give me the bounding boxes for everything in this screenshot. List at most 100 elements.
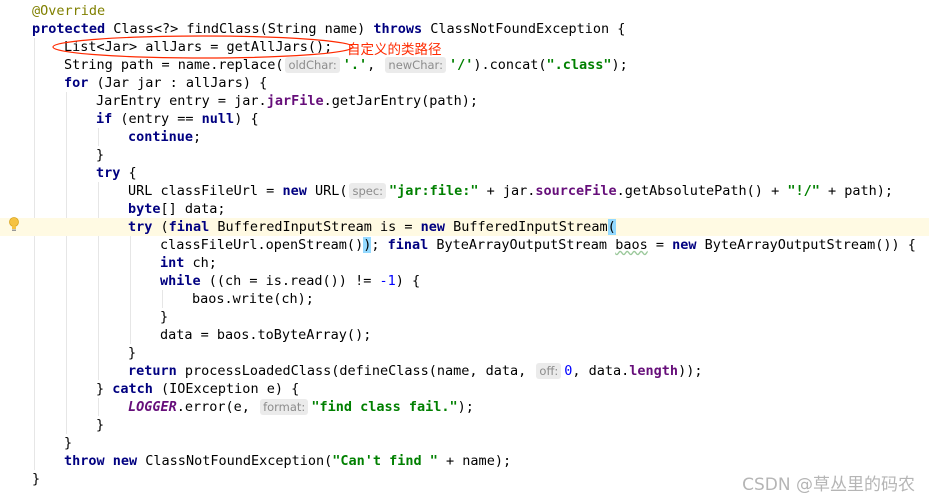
keyword: new [420, 219, 446, 235]
watermark: CSDN @草丛里的码农 [742, 475, 915, 495]
code-line[interactable]: try (final BufferedInputStream is = new … [0, 218, 929, 236]
code-token: .error(e, [176, 399, 259, 415]
keyword: int [160, 255, 185, 271]
code-line[interactable]: return processLoadedClass(defineClass(na… [0, 362, 929, 380]
code-line[interactable]: throw new ClassNotFoundException("Can't … [0, 452, 929, 470]
keyword: continue [128, 129, 194, 145]
keyword: try [128, 219, 153, 235]
code-text: } [96, 416, 104, 434]
code-token: + path); [819, 183, 893, 199]
code-line[interactable]: URL classFileUrl = new URL(spec: "jar:fil… [0, 182, 929, 200]
code-token: List<Jar> allJars = getAllJars(); [64, 39, 333, 55]
code-text: } [160, 308, 168, 326]
code-token: , data. [572, 363, 630, 379]
code-line[interactable]: } [0, 434, 929, 452]
code-text: JarEntry entry = jar.jarFile.getJarEntry… [96, 92, 478, 110]
keyword: null [201, 111, 235, 127]
code-text: List<Jar> allJars = getAllJars(); [64, 38, 332, 56]
keyword: final [387, 237, 429, 253]
code-token: processLoadedClass(defineClass(name, dat… [176, 363, 535, 379]
code-token: String path = name.replace( [64, 57, 284, 73]
code-token: URL classFileUrl = [128, 183, 283, 199]
code-text: baos.write(ch); [192, 290, 314, 308]
code-line[interactable]: JarEntry entry = jar.jarFile.getJarEntry… [0, 92, 929, 110]
code-line[interactable]: for (Jar jar : allJars) { [0, 74, 929, 92]
code-token: BufferedInputStream is = [209, 219, 421, 235]
code-text: } catch (IOException e) { [96, 380, 299, 398]
code-token: ); [457, 399, 474, 415]
lightbulb-icon[interactable] [9, 217, 19, 233]
code-token: } [96, 417, 105, 433]
code-line[interactable]: continue; [0, 128, 929, 146]
code-line[interactable]: data = baos.toByteArray(); [0, 326, 929, 344]
keyword: new [282, 183, 307, 199]
keyword: byte [128, 201, 161, 217]
code-token: ( [152, 219, 169, 235]
code-token: (entry == [112, 111, 202, 127]
code-token: URL( [306, 183, 348, 199]
code-text: try (final BufferedInputStream is = new … [128, 218, 616, 236]
code-token: (IOException e) { [152, 381, 300, 397]
code-token: .getJarEntry(path); [323, 93, 479, 109]
code-token: } [32, 471, 41, 487]
code-token: + jar. [478, 183, 536, 199]
code-line[interactable]: baos.write(ch); [0, 290, 929, 308]
code-line[interactable]: } [0, 344, 929, 362]
code-text: continue; [128, 128, 201, 146]
parameter-hint: off: [536, 363, 562, 379]
code-token: ((ch = is.read()) != [200, 273, 380, 289]
code-line[interactable]: String path = name.replace(oldChar: '.', … [0, 56, 929, 74]
field: jarFile [266, 93, 324, 109]
code-token: , [367, 57, 384, 73]
code-token: ; [193, 129, 202, 145]
code-token: { [120, 165, 137, 181]
code-token: ClassNotFoundException( [137, 453, 333, 469]
keyword: while [160, 273, 201, 289]
string-literal: "find class fail." [311, 399, 458, 415]
code-line[interactable]: List<Jar> allJars = getAllJars(); [0, 38, 929, 56]
code-token: ) { [234, 111, 259, 127]
keyword: throws [373, 21, 423, 37]
code-token: ClassNotFoundException { [422, 21, 626, 37]
code-line[interactable]: classFileUrl.openStream()); final ByteAr… [0, 236, 929, 254]
code-line[interactable]: } [0, 146, 929, 164]
code-token: } [96, 147, 105, 163]
keyword: final [168, 219, 210, 235]
code-line[interactable]: LOGGER.error(e, format: "find class fail.… [0, 398, 929, 416]
code-text: } [128, 344, 136, 362]
code-line[interactable]: } catch (IOException e) { [0, 380, 929, 398]
code-token: } [160, 309, 169, 325]
code-text: URL classFileUrl = new URL(spec: "jar:fil… [128, 182, 893, 200]
static-field: LOGGER [128, 399, 177, 415]
code-line[interactable]: } [0, 308, 929, 326]
code-text: @Override [32, 2, 105, 20]
brace-match: ( [607, 219, 616, 235]
field: length [629, 363, 679, 379]
code-text: classFileUrl.openStream()); final ByteAr… [160, 236, 916, 254]
code-line[interactable]: byte[] data; [0, 200, 929, 218]
code-token: ).concat( [473, 57, 547, 73]
parameter-hint: newChar: [385, 57, 446, 73]
code-token: classFileUrl.openStream() [160, 237, 364, 253]
keyword: throw [64, 453, 105, 469]
code-token: ; [371, 237, 388, 253]
code-editor[interactable]: @Override protected Class<?> findClass(St… [0, 0, 929, 500]
code-line[interactable]: } [0, 416, 929, 434]
code-line[interactable]: protected Class<?> findClass(String name… [0, 20, 929, 38]
code-text: data = baos.toByteArray(); [160, 326, 371, 344]
code-line[interactable]: if (entry == null) { [0, 110, 929, 128]
string-literal: "jar:file:" [389, 183, 479, 199]
parameter-hint: oldChar: [285, 57, 340, 73]
code-text: } [64, 434, 72, 452]
code-text: byte[] data; [128, 200, 226, 218]
code-token: ); [611, 57, 628, 73]
string-literal: "!/" [787, 183, 820, 199]
code-line[interactable]: try { [0, 164, 929, 182]
code-line[interactable]: int ch; [0, 254, 929, 272]
code-token: )); [678, 363, 703, 379]
code-text: while ((ch = is.read()) != -1) { [160, 272, 420, 290]
code-line[interactable]: @Override [0, 2, 929, 20]
keyword: catch [112, 381, 153, 397]
code-line[interactable]: while ((ch = is.read()) != -1) { [0, 272, 929, 290]
